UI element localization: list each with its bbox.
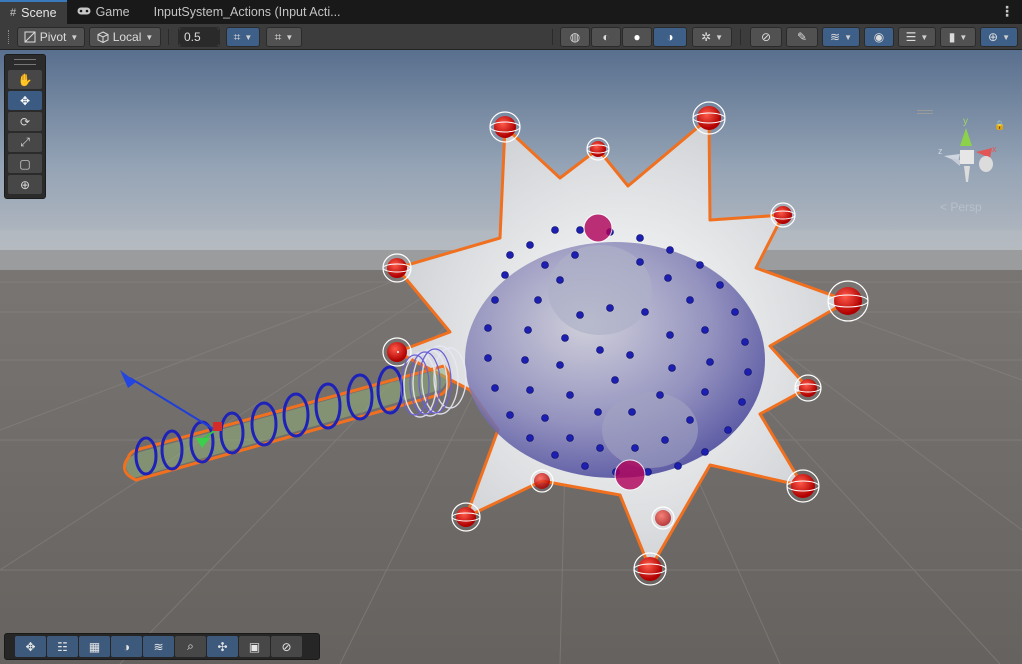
snap-increment-field[interactable]	[178, 27, 220, 47]
grid-icon: ▦	[88, 639, 101, 654]
grid-icon: #	[10, 7, 17, 19]
pivot-label: Pivot	[39, 30, 67, 44]
grid-visibility-toggle[interactable]: ⌗ ▼	[266, 27, 302, 47]
light-icon: ✎	[796, 30, 808, 44]
cube-icon	[97, 31, 109, 43]
space-label: Local	[112, 30, 142, 44]
gizmo-icon: ⊕	[988, 30, 999, 44]
search-overlay-button[interactable]: ⌕	[175, 636, 206, 657]
pivot-icon	[24, 31, 36, 43]
search-icon: ⌕	[187, 639, 194, 653]
svg-text:x: x	[992, 144, 997, 154]
tab-game-label: Game	[95, 5, 130, 19]
scene-toolbar: Pivot ▼ Local ▼ ⌗▼ ⌗▼ ◍ ◐ ● ◑ ✲▼ ⊘ ✎ ≋▼ …	[0, 24, 1022, 50]
tab-input-actions[interactable]: InputSystem_Actions (Input Acti...	[140, 0, 351, 24]
gizmos-dropdown[interactable]: ⊕ ▼	[980, 27, 1018, 47]
compass-overlay-button[interactable]: ⊘	[271, 636, 302, 657]
kebab-menu-icon[interactable]: ⋮	[1000, 3, 1014, 19]
pivot-dropdown[interactable]: Pivot ▼	[17, 27, 85, 47]
camera-overlay-button[interactable]: ▣	[239, 636, 270, 657]
draw-mode-lit-button[interactable]: ◑	[653, 27, 687, 47]
tab-scene[interactable]: # Scene	[0, 0, 67, 24]
move-icon: ✥	[19, 93, 31, 108]
camera-icon: ▣	[248, 639, 261, 654]
moon-icon: ◑	[122, 639, 131, 654]
chevron-down-icon: ▼	[959, 32, 968, 42]
grid-snap-icon: ⌗	[233, 29, 241, 44]
move-snap-button[interactable]: ✥	[15, 636, 46, 657]
toggle-lighting-button[interactable]: ✎	[786, 27, 818, 47]
editor-tab-bar: # Scene Game InputSystem_Actions (Input …	[0, 0, 1022, 24]
toolbar-grip[interactable]	[8, 30, 10, 44]
camera-dropdown[interactable]: ▮ ▼	[940, 27, 976, 47]
chevron-down-icon: ▼	[1002, 32, 1010, 42]
compass-icon: ⊘	[281, 639, 292, 654]
layers-dropdown[interactable]: ☰ ▼	[898, 27, 936, 47]
audio-off-icon: ⊘	[760, 30, 772, 44]
globe-wire-icon: ◍	[569, 30, 581, 44]
chevron-down-icon: ▼	[285, 32, 294, 42]
tab-game[interactable]: Game	[67, 0, 140, 24]
space-dropdown[interactable]: Local ▼	[89, 27, 161, 47]
bug-icon: ✲	[701, 30, 712, 44]
transform-icon: ⊕	[19, 177, 31, 192]
transform-tool-button[interactable]: ⊕	[8, 175, 42, 194]
svg-text:z: z	[938, 146, 943, 156]
sphere-icon: ●	[633, 30, 641, 44]
hand-icon: ✋	[17, 72, 33, 87]
eye-icon: ◉	[873, 30, 885, 44]
align-button[interactable]: ☷	[47, 636, 78, 657]
rotate-tool-button[interactable]: ⟳	[8, 112, 42, 131]
debug-draw-dropdown[interactable]: ✲ ▼	[692, 27, 732, 47]
lighting-overlay-button[interactable]: ◑	[111, 636, 142, 657]
draw-mode-shaded-button[interactable]: ●	[622, 27, 652, 47]
pivot-overlay-button[interactable]: ✣	[207, 636, 238, 657]
scale-icon: ⤢	[20, 135, 30, 149]
scene-viewport[interactable]: y z x 🔒 < Persp	[0, 50, 1022, 664]
bottom-overlay-toolbar: ✥ ☷ ▦ ◑ ≋ ⌕ ✣ ▣ ⊘	[4, 633, 320, 660]
draw-mode-shaded-wire-button[interactable]: ◐	[591, 27, 621, 47]
tools-overlay: ✋ ✥ ⟳ ⤢ ▢ ⊕	[4, 54, 46, 199]
moon-icon: ◑	[666, 30, 674, 44]
effects-dropdown[interactable]: ≋ ▼	[822, 27, 860, 47]
layers-overlay-button[interactable]: ≋	[143, 636, 174, 657]
move-icon: ✥	[25, 639, 36, 654]
scene-visibility-toggle[interactable]: ◉	[864, 27, 894, 47]
overlay-drag-handle[interactable]	[14, 59, 36, 65]
chevron-down-icon: ▼	[244, 32, 253, 42]
toggle-2d-button[interactable]: ⊘	[750, 27, 782, 47]
align-icon: ☷	[57, 639, 68, 654]
scene-canvas[interactable]	[0, 50, 1022, 664]
projection-mode-text: Persp	[950, 200, 982, 214]
chevron-down-icon: ▼	[920, 32, 929, 42]
rotate-icon: ⟳	[19, 114, 31, 129]
grid-icon: ⌗	[274, 29, 282, 44]
hand-tool-button[interactable]: ✋	[8, 70, 42, 89]
gamepad-icon	[77, 6, 91, 19]
pivot-icon: ✣	[217, 639, 228, 654]
projection-label[interactable]: < Persp	[940, 200, 982, 214]
move-tool-button[interactable]: ✥	[8, 91, 42, 110]
chevron-down-icon: ▼	[844, 32, 852, 42]
scale-tool-button[interactable]: ⤢	[8, 133, 42, 152]
camera-icon: ▮	[948, 30, 956, 44]
globe-shaded-icon: ◐	[602, 30, 610, 44]
chevron-down-icon: ▼	[70, 32, 79, 42]
tab-scene-label: Scene	[21, 6, 57, 20]
lock-icon[interactable]: 🔒	[994, 120, 1005, 131]
grid-overlay-button[interactable]: ▦	[79, 636, 110, 657]
rect-icon: ▢	[19, 156, 31, 171]
svg-text:y: y	[963, 116, 968, 127]
grid-snap-toggle[interactable]: ⌗ ▼	[226, 27, 260, 47]
layers-icon: ≋	[153, 639, 164, 654]
layers-icon: ≋	[830, 30, 841, 44]
snap-increment-input[interactable]	[179, 28, 219, 46]
draw-mode-wireframe-button[interactable]: ◍	[560, 27, 590, 47]
tab-input-actions-label: InputSystem_Actions (Input Acti...	[153, 5, 341, 19]
stack-icon: ☰	[905, 30, 917, 44]
chevron-down-icon: ▼	[145, 32, 154, 42]
chevron-down-icon: ▼	[715, 32, 723, 42]
rect-tool-button[interactable]: ▢	[8, 154, 42, 173]
